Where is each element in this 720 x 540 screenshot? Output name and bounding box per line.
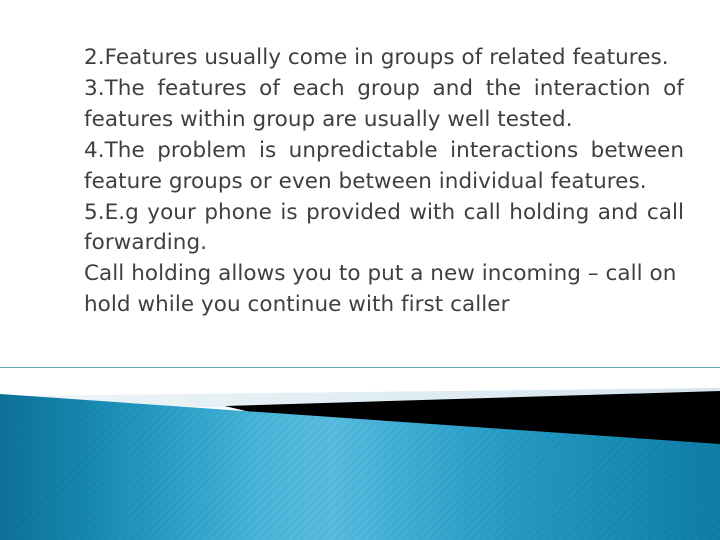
slide-body-text: 2.Features usually come in groups of rel…: [84, 43, 684, 321]
body-paragraph-2: 2.Features usually come in groups of rel…: [84, 45, 669, 70]
pale-band-shape: [0, 388, 720, 420]
body-paragraph-5: 5.E.g your phone is provided with call h…: [84, 199, 684, 256]
slide-canvas: 2.Features usually come in groups of rel…: [0, 0, 720, 540]
body-paragraph-3: 3.The features of each group and the int…: [84, 75, 684, 132]
blue-sweep-texture: [0, 394, 720, 540]
body-paragraph-6: Call holding allows you to put a new inc…: [84, 261, 677, 318]
blue-sweep-shape: [0, 394, 720, 540]
body-paragraph-4: 4.The problem is unpredictable interacti…: [84, 137, 684, 194]
black-wedge-shape: [225, 391, 720, 448]
